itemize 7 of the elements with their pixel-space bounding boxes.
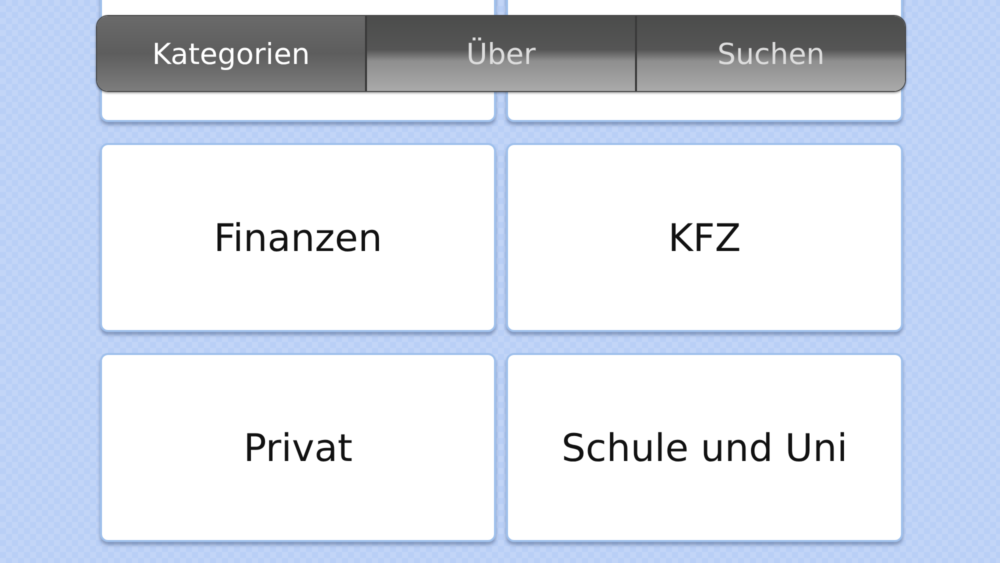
tab[interactable]: Über: [365, 16, 635, 91]
tab[interactable]: Suchen: [635, 16, 905, 91]
category-card[interactable]: KFZ: [506, 143, 903, 332]
category-card[interactable]: Finanzen: [100, 143, 496, 332]
category-card[interactable]: Privat: [100, 353, 496, 542]
tab[interactable]: Kategorien: [97, 16, 365, 91]
category-card[interactable]: Schule und Uni: [506, 353, 903, 542]
